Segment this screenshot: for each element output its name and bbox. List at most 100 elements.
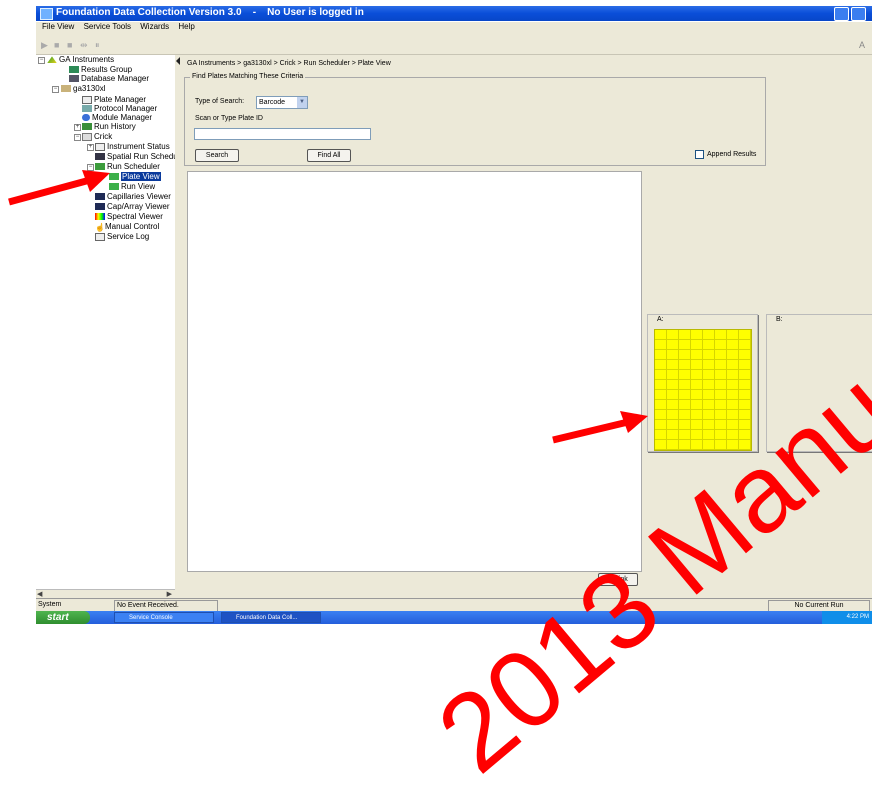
plate-well[interactable]	[691, 400, 703, 410]
menu-service-tools[interactable]: Service Tools	[84, 22, 131, 31]
plate-well[interactable]	[691, 370, 703, 380]
plate-well[interactable]	[655, 360, 667, 370]
plate-well[interactable]	[679, 350, 691, 360]
plate-well[interactable]	[715, 330, 727, 340]
collapse-icon[interactable]: −	[38, 57, 45, 64]
plate-well[interactable]	[679, 340, 691, 350]
plate-well[interactable]	[655, 390, 667, 400]
plate-well[interactable]	[727, 380, 739, 390]
taskbar-service-console[interactable]: Service Console	[114, 612, 214, 623]
plate-well[interactable]	[667, 420, 679, 430]
plate-well[interactable]	[655, 370, 667, 380]
tree-item-spatial-run-schedule[interactable]: Spatial Run Schedule	[95, 152, 184, 161]
plate-well[interactable]	[703, 430, 715, 440]
plate-well[interactable]	[691, 350, 703, 360]
tree-item-service-log[interactable]: Service Log	[95, 232, 149, 241]
plate-well[interactable]	[667, 370, 679, 380]
plate-well[interactable]	[691, 330, 703, 340]
tree-item-run-scheduler[interactable]: Run Scheduler	[95, 162, 160, 171]
plate-well[interactable]	[691, 430, 703, 440]
tree-item-run-view[interactable]: Run View	[109, 182, 155, 191]
plate-well[interactable]	[727, 390, 739, 400]
tree-item-ga3130xl[interactable]: ga3130xl	[61, 84, 105, 93]
menu-wizards[interactable]: Wizards	[140, 22, 169, 31]
plate-well[interactable]	[727, 370, 739, 380]
tree-item-cap-array-viewer[interactable]: Cap/Array Viewer	[95, 202, 170, 211]
search-button[interactable]: Search	[195, 149, 239, 162]
pause-icon[interactable]: ⏸	[95, 40, 100, 51]
search-type-select[interactable]: Barcode ▼	[256, 96, 308, 109]
plate-well[interactable]	[679, 410, 691, 420]
plate-well[interactable]	[727, 340, 739, 350]
plate-well[interactable]	[679, 390, 691, 400]
tree-item-spectral-viewer[interactable]: Spectral Viewer	[95, 212, 163, 221]
plate-well[interactable]	[703, 340, 715, 350]
plate-well[interactable]	[667, 350, 679, 360]
plate-well[interactable]	[715, 360, 727, 370]
plate-well[interactable]	[667, 410, 679, 420]
plate-well[interactable]	[739, 350, 751, 360]
plate-well[interactable]	[691, 420, 703, 430]
plate-well[interactable]	[655, 440, 667, 450]
plate-well[interactable]	[667, 380, 679, 390]
plate-well[interactable]	[679, 430, 691, 440]
plate-well[interactable]	[667, 360, 679, 370]
plate-well[interactable]	[727, 330, 739, 340]
plate-well[interactable]	[691, 340, 703, 350]
plate-well[interactable]	[679, 440, 691, 450]
scroll-right-icon[interactable]: ▶	[167, 590, 172, 598]
menu-view[interactable]: View	[57, 22, 74, 31]
plate-well[interactable]	[667, 440, 679, 450]
start-button[interactable]: start	[36, 611, 90, 624]
plate-well[interactable]	[727, 400, 739, 410]
tree-item-capillaries-viewer[interactable]: Capillaries Viewer	[95, 192, 171, 201]
minimize-button[interactable]	[834, 7, 849, 21]
tree-item-module-manager[interactable]: Module Manager	[82, 113, 152, 122]
plate-well[interactable]	[739, 330, 751, 340]
plate-well[interactable]	[679, 400, 691, 410]
menu-help[interactable]: Help	[178, 22, 194, 31]
plate-well[interactable]	[679, 370, 691, 380]
plate-well[interactable]	[679, 360, 691, 370]
plate-well[interactable]	[715, 420, 727, 430]
stop-all-icon[interactable]: ■	[67, 40, 72, 50]
menu-file[interactable]: File	[36, 22, 55, 31]
plate-well[interactable]	[715, 400, 727, 410]
collapse-icon[interactable]: −	[87, 164, 94, 171]
plate-well[interactable]	[655, 380, 667, 390]
plate-well[interactable]	[655, 340, 667, 350]
tree-item-protocol-manager[interactable]: Protocol Manager	[82, 104, 157, 113]
plate-well[interactable]	[703, 380, 715, 390]
tree-item-database-manager[interactable]: Database Manager	[69, 74, 149, 83]
plate-well[interactable]	[655, 430, 667, 440]
plate-well[interactable]	[739, 380, 751, 390]
chevron-down-icon[interactable]: ▼	[297, 97, 307, 108]
plate-well[interactable]	[703, 370, 715, 380]
tree-item-run-history[interactable]: Run History	[82, 122, 136, 131]
plate-well[interactable]	[667, 400, 679, 410]
plate-well[interactable]	[727, 350, 739, 360]
expand-icon[interactable]: +	[87, 144, 94, 151]
plate-well[interactable]	[739, 390, 751, 400]
append-results-checkbox[interactable]	[695, 150, 704, 159]
skip-icon[interactable]: ⇹	[80, 40, 88, 51]
plate-well[interactable]	[703, 410, 715, 420]
plate-well[interactable]	[703, 360, 715, 370]
plate-well[interactable]	[655, 350, 667, 360]
plate-well[interactable]	[715, 390, 727, 400]
stop-icon[interactable]: ■	[54, 40, 59, 50]
collapse-icon[interactable]: −	[52, 86, 59, 93]
tree-item-instrument-status[interactable]: Instrument Status	[95, 142, 170, 151]
plate-well[interactable]	[679, 420, 691, 430]
play-icon[interactable]: ▶	[41, 40, 48, 51]
taskbar-foundation-data[interactable]: Foundation Data Coll...	[221, 612, 321, 623]
plate-well[interactable]	[703, 330, 715, 340]
plate-well[interactable]	[691, 360, 703, 370]
plate-well[interactable]	[703, 400, 715, 410]
tree-item-manual-control[interactable]: ☝Manual Control	[95, 222, 159, 232]
plate-well[interactable]	[739, 360, 751, 370]
plate-well[interactable]	[739, 370, 751, 380]
plate-well[interactable]	[715, 340, 727, 350]
plate-well[interactable]	[679, 330, 691, 340]
plate-well[interactable]	[739, 400, 751, 410]
